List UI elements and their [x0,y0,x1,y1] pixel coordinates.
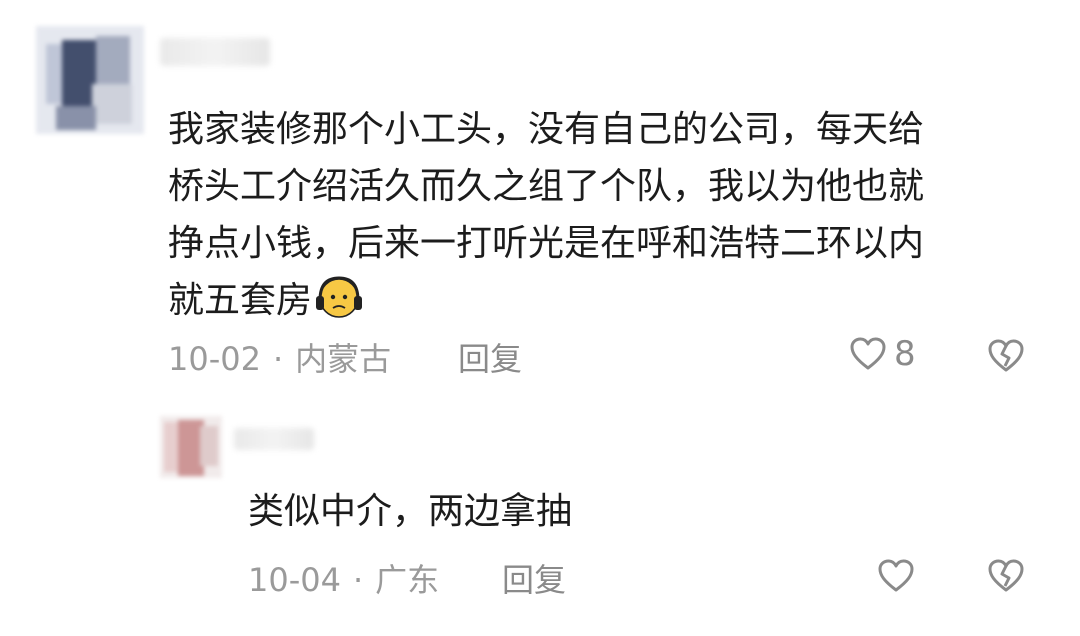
broken-heart-icon[interactable] [986,556,1026,596]
comment-location: 内蒙古 [295,340,392,378]
reply-button[interactable]: 回复 [502,555,566,601]
comment-line: 我家装修那个小工头，没有自己的公司，每天给 [168,109,925,150]
username-blurred[interactable] [160,38,270,66]
comment-text: 类似中介，两边拿抽 [248,483,1048,540]
comment-line: 就五套房 [168,272,1048,329]
comment-date: 10-04 [248,561,341,599]
reply-button[interactable]: 回复 [458,334,522,380]
avatar[interactable] [160,416,222,478]
comment-line-text: 就五套房 [168,280,313,321]
sad-face-emoji [316,276,363,318]
like-count: 8 [894,334,916,374]
comment-meta: 10-04 · 广东 [248,555,439,601]
comment-line: 桥头工介绍活久而久之组了个队，我以为他也就 [168,166,925,207]
comment-location: 广东 [375,561,440,599]
username-blurred[interactable] [234,428,314,450]
comment-line: 挣点小钱，后来一打听光是在呼和浩特二环以内 [168,223,925,264]
comment-line: 类似中介，两边拿抽 [248,491,573,532]
avatar[interactable] [36,26,144,134]
comment-date: 10-02 [168,340,261,378]
meta-separator: · [352,561,364,599]
like-button[interactable]: 8 [848,334,916,374]
heart-outline-icon [878,559,914,592]
comment-text: 我家装修那个小工头，没有自己的公司，每天给 桥头工介绍活久而久之组了个队，我以为… [168,101,1048,329]
like-button[interactable] [876,556,916,596]
broken-heart-icon[interactable] [986,336,1026,376]
meta-separator: · [272,340,284,378]
heart-outline-icon [850,337,886,370]
comment-meta: 10-02 · 内蒙古 [168,334,391,380]
